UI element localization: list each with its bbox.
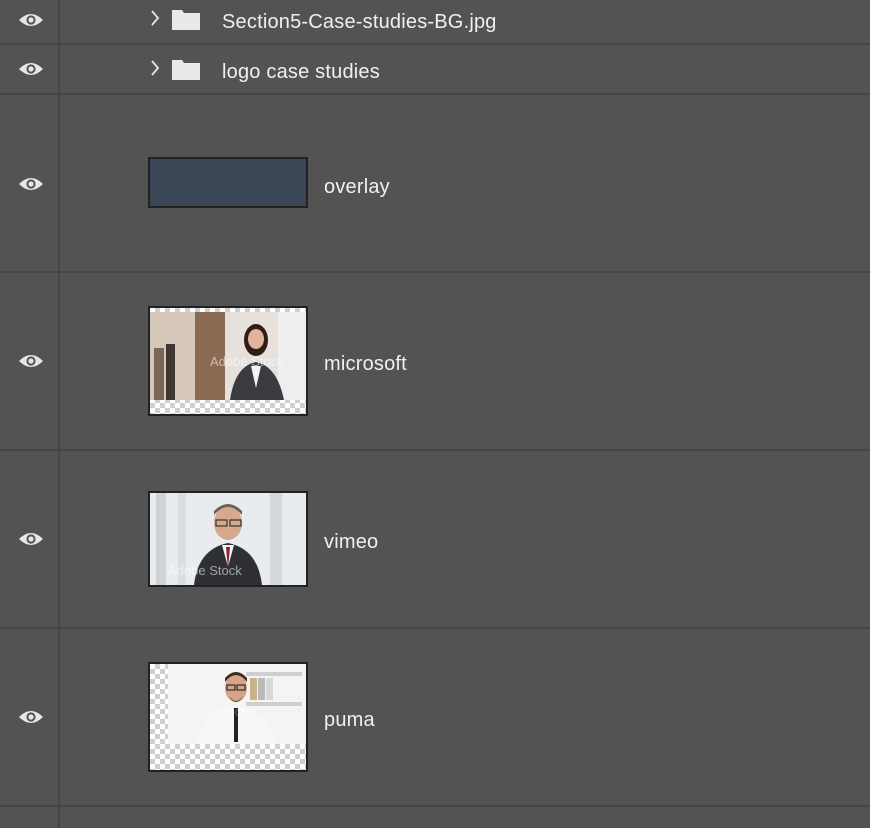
- watermark: Adobe Stock: [174, 704, 248, 719]
- layer-name[interactable]: logo case studies: [222, 61, 380, 84]
- puma-photo-thumbnail[interactable]: Adobe Stock: [148, 662, 308, 772]
- visibility-cell[interactable]: [0, 45, 60, 93]
- layers-panel: Section5-Case-studies-BG.jpg logo case s…: [0, 0, 870, 828]
- layer-row-vimeo[interactable]: Adobe Stock vimeo: [0, 451, 870, 629]
- eye-icon[interactable]: [18, 12, 44, 28]
- layer-name[interactable]: microsoft: [324, 353, 407, 376]
- visibility-cell[interactable]: [0, 451, 60, 627]
- layer-row-overlay[interactable]: overlay: [0, 95, 870, 273]
- overlay-color-thumbnail[interactable]: [148, 157, 308, 208]
- folder-icon: [172, 10, 200, 30]
- layer-row-section5-bg[interactable]: Section5-Case-studies-BG.jpg: [0, 0, 870, 45]
- eye-icon[interactable]: [18, 709, 44, 725]
- eye-icon[interactable]: [18, 176, 44, 192]
- watermark: Adobe Stock: [210, 354, 284, 369]
- layer-row-microsoft[interactable]: Adobe Stock microsoft: [0, 273, 870, 451]
- layer-row-partial: [0, 807, 870, 828]
- visibility-cell[interactable]: [0, 95, 60, 271]
- visibility-cell[interactable]: [0, 629, 60, 805]
- visibility-cell[interactable]: [0, 0, 60, 43]
- layer-name[interactable]: overlay: [324, 176, 390, 199]
- layer-row-puma[interactable]: Adobe Stock puma: [0, 629, 870, 807]
- layer-name[interactable]: Section5-Case-studies-BG.jpg: [222, 11, 497, 34]
- visibility-cell: [0, 807, 60, 828]
- microsoft-photo-thumbnail[interactable]: Adobe Stock: [148, 306, 308, 416]
- folder-icon: [172, 60, 200, 80]
- watermark: Adobe Stock: [168, 563, 242, 578]
- eye-icon[interactable]: [18, 531, 44, 547]
- layer-name[interactable]: puma: [324, 709, 375, 732]
- chevron-right-icon[interactable]: [150, 9, 160, 27]
- vimeo-photo-thumbnail[interactable]: Adobe Stock: [148, 491, 308, 587]
- visibility-cell[interactable]: [0, 273, 60, 449]
- layer-name[interactable]: vimeo: [324, 531, 378, 554]
- eye-icon[interactable]: [18, 61, 44, 77]
- chevron-right-icon[interactable]: [150, 59, 160, 77]
- eye-icon[interactable]: [18, 353, 44, 369]
- layer-row-logo-case-studies[interactable]: logo case studies: [0, 45, 870, 95]
